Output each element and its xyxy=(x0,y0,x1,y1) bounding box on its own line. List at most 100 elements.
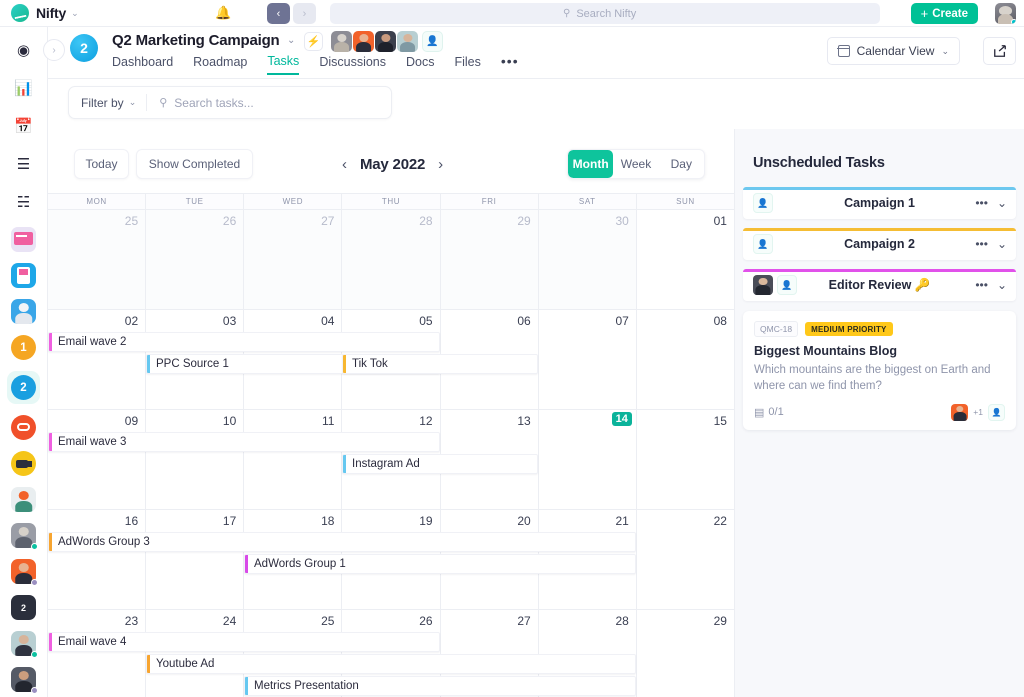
back-button[interactable]: ‹ xyxy=(267,3,290,24)
tab-files[interactable]: Files xyxy=(454,55,480,74)
sidebar-project-docs[interactable] xyxy=(11,263,36,288)
chevron-down-icon[interactable]: ⌄ xyxy=(997,196,1007,210)
more-options-icon[interactable]: ••• xyxy=(975,237,988,251)
task-card[interactable]: QMC-18 MEDIUM PRIORITY Biggest Mountains… xyxy=(743,311,1016,430)
more-options-icon[interactable]: ••• xyxy=(975,196,988,210)
calendar-event-bar[interactable]: Instagram Ad xyxy=(342,454,538,474)
today-button[interactable]: Today xyxy=(74,149,129,179)
calendar-day-cell[interactable]: 15 xyxy=(637,410,734,509)
day-number: 15 xyxy=(714,414,727,428)
user-avatar[interactable] xyxy=(995,3,1016,24)
avatar[interactable] xyxy=(951,404,968,421)
sidebar-project-avatar[interactable] xyxy=(11,299,36,324)
show-completed-button[interactable]: Show Completed xyxy=(136,149,253,179)
avatar[interactable] xyxy=(397,31,418,52)
calendar-day-cell[interactable]: 17 xyxy=(146,510,244,609)
calendar-day-cell[interactable]: 30 xyxy=(539,210,637,309)
sidebar-person-2[interactable] xyxy=(11,559,36,584)
unscheduled-group[interactable]: 👤 Campaign 2 ••• ⌄ xyxy=(743,228,1016,260)
tabs-more-button[interactable]: ••• xyxy=(501,53,519,76)
sidebar-item-list[interactable]: ☰ xyxy=(11,151,37,177)
day-header-sat: SAT xyxy=(539,194,637,209)
tab-roadmap[interactable]: Roadmap xyxy=(193,55,247,74)
calendar-event-bar[interactable]: AdWords Group 1 xyxy=(244,554,636,574)
calendar-event-bar[interactable]: Email wave 3 xyxy=(48,432,440,452)
sidebar-person-5[interactable] xyxy=(11,667,36,692)
assign-icon[interactable]: 👤 xyxy=(988,404,1005,421)
unscheduled-group[interactable]: 👤 Campaign 1 ••• ⌄ xyxy=(743,187,1016,219)
sidebar-project-team[interactable] xyxy=(11,487,36,512)
calendar-day-cell[interactable]: 10 xyxy=(146,410,244,509)
filter-by-dropdown[interactable]: Filter by ⌄ xyxy=(69,96,146,110)
unscheduled-group[interactable]: 👤 Editor Review 🔑 ••• ⌄ xyxy=(743,269,1016,301)
bell-icon[interactable]: 🔔 xyxy=(215,5,231,21)
bolt-icon[interactable]: ⚡ xyxy=(304,32,323,51)
calendar-day-cell[interactable]: 02 xyxy=(48,310,146,409)
calendar-icon xyxy=(838,45,850,57)
calendar-day-cell[interactable]: 11 xyxy=(244,410,342,509)
sidebar-project-two-wrap[interactable]: 2 xyxy=(7,371,40,404)
chevron-down-icon[interactable]: ⌄ xyxy=(71,8,79,19)
collapse-sidebar-button[interactable]: › xyxy=(43,39,65,61)
global-search-input[interactable]: ⚲ Search Nifty xyxy=(330,3,880,24)
avatar[interactable] xyxy=(353,31,374,52)
sidebar-project-links[interactable] xyxy=(11,415,36,440)
task-description: Which mountains are the biggest on Earth… xyxy=(754,362,1005,395)
calendar-event-bar[interactable]: Youtube Ad xyxy=(146,654,636,674)
sidebar-person-3[interactable]: 2 xyxy=(11,595,36,620)
calendar-day-cell[interactable]: 16 xyxy=(48,510,146,609)
chevron-down-icon[interactable]: ⌄ xyxy=(997,237,1007,251)
tab-tasks[interactable]: Tasks xyxy=(267,54,299,75)
prev-month-button[interactable]: ‹ xyxy=(342,156,347,173)
calendar-day-cell[interactable]: 22 xyxy=(637,510,734,609)
global-topbar: Nifty ⌄ 🔔 ‹ › ⚲ Search Nifty + Create xyxy=(0,0,1024,27)
calendar-event-bar[interactable]: AdWords Group 3 xyxy=(48,532,636,552)
calendar-day-cell[interactable]: 07 xyxy=(539,310,637,409)
sidebar-item-compass[interactable]: ◉ xyxy=(11,37,37,63)
calendar-event-bar[interactable]: Email wave 2 xyxy=(48,332,440,352)
avatar[interactable] xyxy=(375,31,396,52)
chevron-down-icon[interactable]: ⌄ xyxy=(997,278,1007,292)
calendar-day-cell[interactable]: 28 xyxy=(342,210,440,309)
calendar-view-dropdown[interactable]: Calendar View ⌄ xyxy=(827,37,960,65)
sidebar-item-reports[interactable]: 📊 xyxy=(11,75,37,101)
view-month-button[interactable]: Month xyxy=(568,150,613,178)
calendar-event-bar[interactable]: Metrics Presentation xyxy=(244,676,636,696)
sidebar-item-calendar[interactable]: 📅 xyxy=(11,113,37,139)
tab-dashboard[interactable]: Dashboard xyxy=(112,55,173,74)
calendar-day-cell[interactable]: 01 xyxy=(637,210,734,309)
sidebar-person-1[interactable] xyxy=(11,523,36,548)
next-month-button[interactable]: › xyxy=(438,156,443,173)
avatar[interactable] xyxy=(331,31,352,52)
sidebar-project-one[interactable]: 1 xyxy=(11,335,36,360)
sidebar-project-two[interactable]: 2 xyxy=(11,375,36,400)
tab-docs[interactable]: Docs xyxy=(406,55,434,74)
view-day-button[interactable]: Day xyxy=(659,150,704,178)
calendar-day-cell[interactable]: 29 xyxy=(637,610,734,697)
calendar-day-cell[interactable]: 25 xyxy=(48,210,146,309)
calendar-day-cell[interactable]: 23 xyxy=(48,610,146,697)
sidebar-project-portfolio[interactable] xyxy=(11,227,36,252)
share-button[interactable] xyxy=(983,37,1016,65)
forward-button[interactable]: › xyxy=(293,3,316,24)
add-member-icon[interactable]: 👤 xyxy=(422,31,443,52)
calendar-day-cell[interactable]: 29 xyxy=(441,210,539,309)
calendar-day-cell[interactable]: 26 xyxy=(146,210,244,309)
more-options-icon[interactable]: ••• xyxy=(975,278,988,292)
calendar-event-bar[interactable]: Tik Tok xyxy=(342,354,538,374)
calendar-week-row: 23242526272829Email wave 4Youtube AdMetr… xyxy=(48,610,734,697)
search-tasks-input[interactable]: ⚲ Search tasks... xyxy=(147,96,253,110)
calendar-day-cell[interactable]: 08 xyxy=(637,310,734,409)
group-actions: ••• ⌄ xyxy=(975,278,1007,292)
create-button[interactable]: + Create xyxy=(911,3,978,24)
sidebar-person-4[interactable] xyxy=(11,631,36,656)
sidebar-project-media[interactable] xyxy=(11,451,36,476)
calendar-day-cell[interactable]: 27 xyxy=(244,210,342,309)
sidebar-item-tasklist[interactable]: ☵ xyxy=(11,189,37,215)
chevron-down-icon[interactable]: ⌄ xyxy=(287,35,295,46)
calendar-event-bar[interactable]: Email wave 4 xyxy=(48,632,440,652)
view-week-button[interactable]: Week xyxy=(613,150,658,178)
tab-discussions[interactable]: Discussions xyxy=(319,55,386,74)
calendar-day-cell[interactable]: 14 xyxy=(539,410,637,509)
calendar-day-cell[interactable]: 09 xyxy=(48,410,146,509)
